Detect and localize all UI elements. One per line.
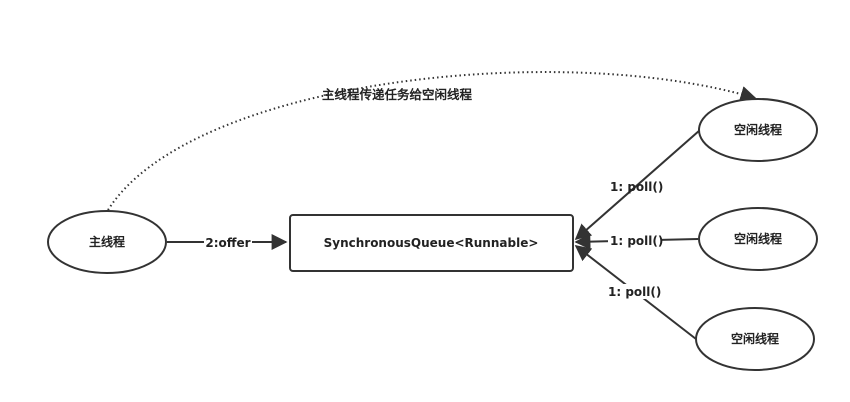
- handoff-label: 主线程传递任务给空闲线程: [322, 87, 473, 102]
- synchronous-queue-label: SynchronousQueue<Runnable>: [324, 236, 539, 250]
- idle-thread-label-2: 空闲线程: [734, 231, 782, 246]
- poll-label-1: 1: poll(): [610, 180, 663, 194]
- main-thread-label: 主线程: [89, 234, 125, 249]
- offer-label: 2:offer: [205, 236, 250, 250]
- idle-thread-label-3: 空闲线程: [731, 331, 779, 346]
- idle-thread-node-3[interactable]: 空闲线程: [695, 307, 815, 371]
- synchronous-queue-node[interactable]: SynchronousQueue<Runnable>: [289, 214, 574, 272]
- thread-pool-diagram: 主线程传递任务给空闲线程 主线程 2:offer SynchronousQueu…: [47, 71, 818, 371]
- idle-thread-node-1[interactable]: 空闲线程: [698, 98, 818, 162]
- idle-thread-label-1: 空闲线程: [734, 122, 782, 137]
- idle-thread-node-2[interactable]: 空闲线程: [698, 207, 818, 271]
- main-thread-node[interactable]: 主线程: [47, 210, 167, 274]
- poll-label-2: 1: poll(): [610, 234, 663, 248]
- poll-label-3: 1: poll(): [608, 285, 661, 299]
